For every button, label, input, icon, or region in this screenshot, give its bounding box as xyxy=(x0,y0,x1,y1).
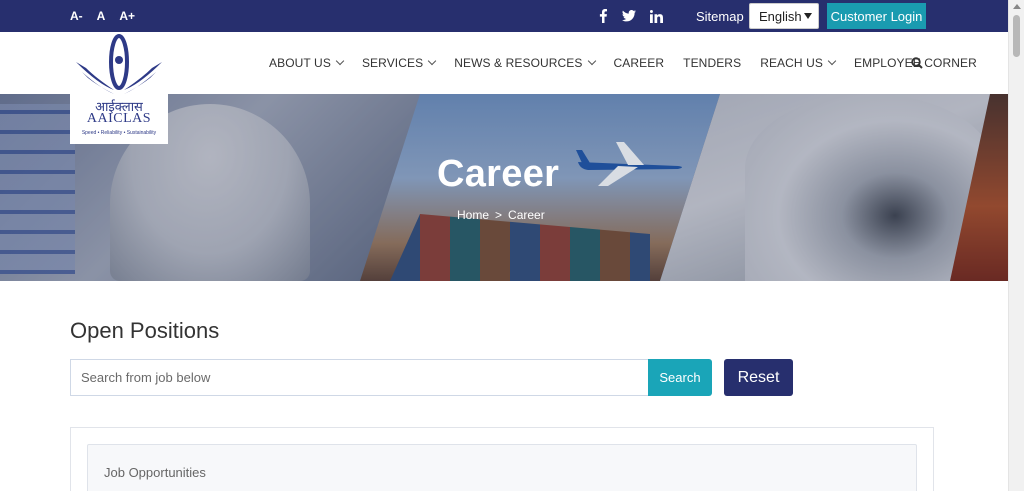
top-bar: A- A A+ Sitemap English Customer Login xyxy=(0,0,1008,32)
chevron-down-icon xyxy=(587,56,596,66)
facebook-icon[interactable] xyxy=(598,9,608,23)
breadcrumb-current: Career xyxy=(508,208,545,222)
reset-button[interactable]: Reset xyxy=(724,359,793,396)
search-button[interactable]: Search xyxy=(648,359,712,396)
logo-name: AAICLAS xyxy=(86,111,152,126)
social-links xyxy=(598,0,663,32)
page-title: Career xyxy=(437,153,560,195)
nav-item-label: REACH US xyxy=(760,56,823,70)
font-decrease-button[interactable]: A- xyxy=(70,9,83,23)
font-size-controls: A- A A+ xyxy=(70,0,135,32)
breadcrumb-separator: > xyxy=(495,208,503,222)
panel-title: Job Opportunities xyxy=(104,465,206,480)
linkedin-icon[interactable] xyxy=(650,9,663,23)
breadcrumb: Home > Career xyxy=(457,208,545,222)
nav-item-news-resources[interactable]: NEWS & RESOURCES xyxy=(454,56,596,70)
scrollbar-thumb[interactable] xyxy=(1013,15,1020,57)
section-title: Open Positions xyxy=(70,318,220,343)
nav-item-tenders[interactable]: TENDERS xyxy=(683,56,741,70)
font-increase-button[interactable]: A+ xyxy=(119,9,135,23)
airplane-icon xyxy=(576,142,682,186)
language-select[interactable]: English xyxy=(749,3,819,29)
nav-item-label: NEWS & RESOURCES xyxy=(454,56,583,70)
nav-item-reach-us[interactable]: REACH US xyxy=(760,56,837,70)
scroll-up-icon[interactable] xyxy=(1013,4,1021,9)
font-reset-button[interactable]: A xyxy=(97,9,106,23)
nav-item-label: CAREER xyxy=(613,56,665,70)
job-search-input[interactable]: Search from job below xyxy=(70,359,648,396)
chevron-down-icon xyxy=(335,56,345,66)
nav-item-label: TENDERS xyxy=(683,56,742,70)
logo[interactable]: आईक्लास AAICLAS Speed • Reliability • Su… xyxy=(70,32,168,144)
twitter-icon[interactable] xyxy=(622,10,636,22)
chevron-down-icon xyxy=(827,56,837,66)
nav-item-about-us[interactable]: ABOUT US xyxy=(269,56,345,70)
chevron-down-icon xyxy=(804,13,812,19)
logo-tagline: Speed • Reliability • Sustainability xyxy=(81,130,157,136)
job-opportunities-panel[interactable]: Job Opportunities xyxy=(87,444,917,491)
breadcrumb-home-link[interactable]: Home xyxy=(457,208,489,222)
nav-item-services[interactable]: SERVICES xyxy=(361,56,437,70)
chevron-down-icon xyxy=(427,56,437,66)
page-scrollbar[interactable] xyxy=(1008,0,1024,491)
nav-item-label: ABOUT US xyxy=(269,56,331,70)
customer-login-button[interactable]: Customer Login xyxy=(827,3,926,29)
nav-item-label: SERVICES xyxy=(361,56,424,70)
search-icon[interactable] xyxy=(911,56,923,74)
logo-emblem-icon xyxy=(76,34,162,94)
nav-item-career[interactable]: CAREER xyxy=(614,56,665,70)
language-selected-value: English xyxy=(759,8,802,24)
main-nav: ABOUT US SERVICES NEWS & RESOURCES CAREE… xyxy=(269,32,996,94)
job-search-placeholder: Search from job below xyxy=(81,370,211,385)
sitemap-link[interactable]: Sitemap xyxy=(696,9,744,24)
